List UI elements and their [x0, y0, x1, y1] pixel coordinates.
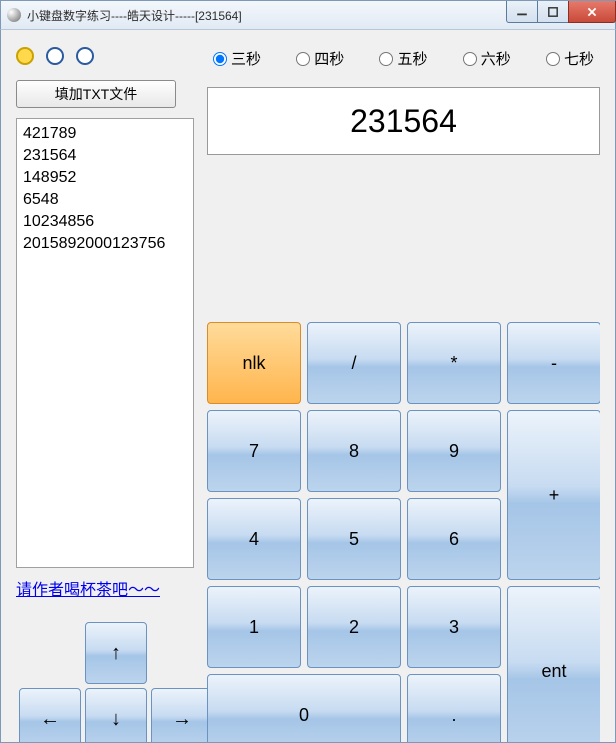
add-txt-label: 填加TXT文件	[55, 84, 137, 104]
window-titlebar: 小键盘数字练习----皓天设计-----[231564]	[0, 0, 616, 30]
time-radio[interactable]	[463, 52, 477, 66]
time-radio[interactable]	[546, 52, 560, 66]
time-option[interactable]: 三秒	[213, 48, 261, 69]
arrow-left-key[interactable]: ←	[19, 688, 81, 742]
multiply-key[interactable]: *	[407, 322, 501, 404]
donate-link[interactable]: 请作者喝杯茶吧～～	[16, 576, 160, 600]
key-9[interactable]: 9	[407, 410, 501, 492]
time-label: 六秒	[481, 48, 511, 69]
list-item[interactable]: 2015892000123756	[23, 233, 187, 255]
status-dot-3[interactable]	[76, 47, 94, 65]
key-5[interactable]: 5	[307, 498, 401, 580]
key-4[interactable]: 4	[207, 498, 301, 580]
key-7[interactable]: 7	[207, 410, 301, 492]
time-radio[interactable]	[296, 52, 310, 66]
arrow-up-key[interactable]: ↑	[85, 622, 147, 684]
time-radio[interactable]	[379, 52, 393, 66]
list-item[interactable]: 421789	[23, 123, 187, 145]
enter-key[interactable]: ent	[507, 586, 600, 742]
number-display: 231564	[207, 87, 600, 155]
number-list[interactable]: 4217892315641489526548102348562015892000…	[16, 118, 194, 568]
add-txt-button[interactable]: 填加TXT文件	[16, 80, 176, 108]
status-dot-2[interactable]	[46, 47, 64, 65]
key-3[interactable]: 3	[407, 586, 501, 668]
time-option[interactable]: 六秒	[463, 48, 511, 69]
list-item[interactable]: 231564	[23, 145, 187, 167]
maximize-button[interactable]	[537, 1, 569, 23]
time-radio-group: 三秒 四秒 五秒 六秒 七秒	[207, 42, 600, 75]
donate-text: 请作者喝杯茶吧～～	[16, 582, 160, 599]
time-label: 七秒	[564, 48, 594, 69]
keypad: nlk / * - 7 8 9 + 4 5 6 1 2 3 ent 0 .	[207, 322, 600, 742]
list-item[interactable]: 6548	[23, 189, 187, 211]
time-label: 三秒	[231, 48, 261, 69]
key-0[interactable]: 0	[207, 674, 401, 742]
time-option[interactable]: 五秒	[379, 48, 427, 69]
minimize-button[interactable]	[506, 1, 538, 23]
arrow-right-key[interactable]: →	[151, 688, 213, 742]
key-6[interactable]: 6	[407, 498, 501, 580]
window-title: 小键盘数字练习----皓天设计-----[231564]	[27, 7, 506, 24]
arrow-down-key[interactable]: ↓	[85, 688, 147, 742]
subtract-key[interactable]: -	[507, 322, 600, 404]
list-item[interactable]: 148952	[23, 167, 187, 189]
time-label: 五秒	[397, 48, 427, 69]
decimal-key[interactable]: .	[407, 674, 501, 742]
status-dot-1[interactable]	[16, 47, 34, 65]
close-button[interactable]	[568, 1, 616, 23]
key-8[interactable]: 8	[307, 410, 401, 492]
app-icon	[7, 8, 21, 22]
divide-key[interactable]: /	[307, 322, 401, 404]
key-2[interactable]: 2	[307, 586, 401, 668]
time-label: 四秒	[314, 48, 344, 69]
time-option[interactable]: 七秒	[546, 48, 594, 69]
plus-key[interactable]: +	[507, 410, 600, 580]
list-item[interactable]: 10234856	[23, 211, 187, 233]
time-option[interactable]: 四秒	[296, 48, 344, 69]
display-value: 231564	[350, 103, 457, 140]
numlock-key[interactable]: nlk	[207, 322, 301, 404]
key-1[interactable]: 1	[207, 586, 301, 668]
time-radio[interactable]	[213, 52, 227, 66]
